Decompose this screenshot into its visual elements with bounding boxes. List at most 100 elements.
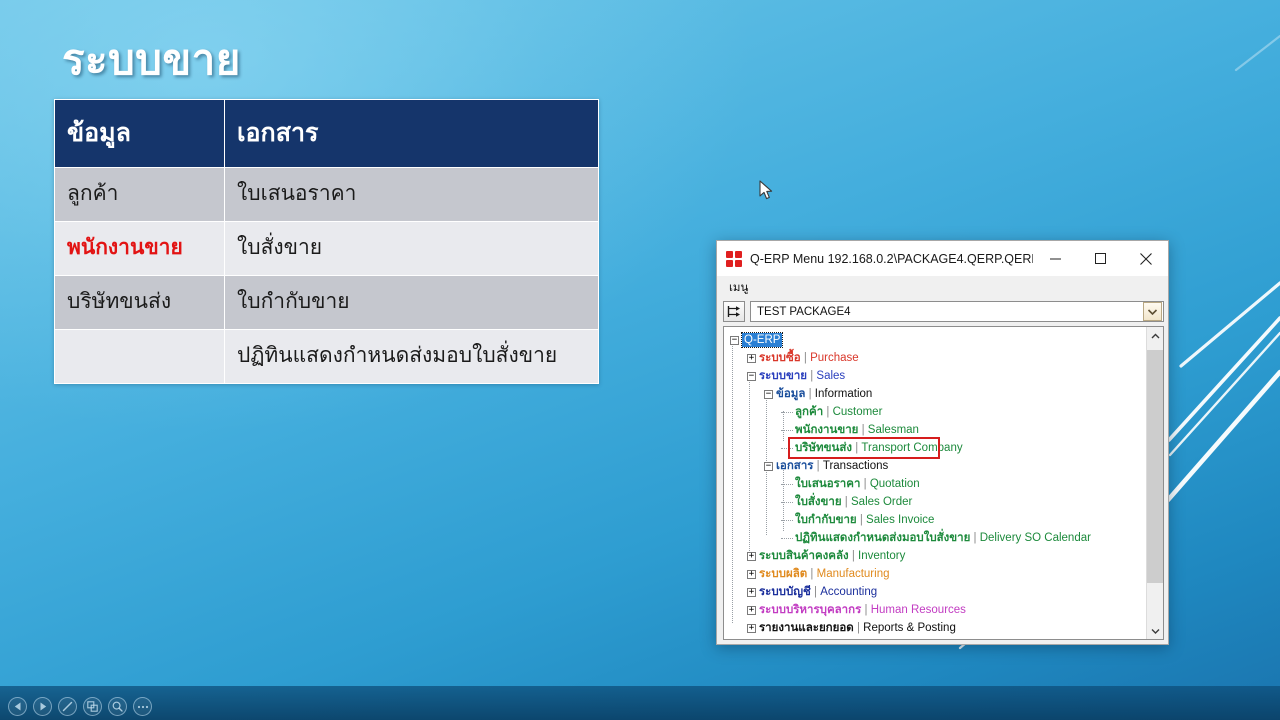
tree-node-label-th: เอกสาร: [776, 460, 814, 472]
tree-node-separator: |: [856, 514, 867, 526]
tree-node-label-th: ระบบบัญชี: [759, 586, 811, 598]
next-slide-button[interactable]: [33, 697, 52, 716]
tree-node[interactable]: ใบเสนอราคา | Quotation: [727, 475, 1146, 493]
tree-leaf-connector: [781, 429, 793, 431]
tree-node[interactable]: ปฏิทินแสดงกำหนดส่งมอบใบสั่งขาย | Deliver…: [727, 529, 1146, 547]
tree-node[interactable]: − เอกสาร | Transactions: [727, 457, 1146, 475]
tree-node-label[interactable]: ใบเสนอราคา | Quotation: [795, 477, 920, 491]
tree-node-separator: |: [823, 406, 833, 418]
close-icon[interactable]: [1123, 241, 1168, 277]
expand-toggle-icon[interactable]: +: [747, 605, 756, 615]
tree-node-label[interactable]: ลูกค้า | Customer: [795, 405, 882, 419]
tree-node-label[interactable]: ข้อมูล | Information: [776, 387, 872, 401]
scrollbar-thumb[interactable]: [1147, 349, 1163, 584]
expand-toggle-icon[interactable]: +: [747, 587, 756, 597]
table-cell-document: ใบกำกับขาย: [224, 275, 599, 330]
tree-node-label[interactable]: ใบกำกับขาย | Sales Invoice: [795, 513, 934, 527]
menu-item-menu[interactable]: เมนู: [724, 278, 753, 298]
table-header: ข้อมูล เอกสาร: [54, 99, 599, 168]
expand-toggle-icon[interactable]: +: [747, 569, 756, 579]
table-row: บริษัทขนส่ง ใบกำกับขาย: [54, 275, 599, 330]
tree-node[interactable]: ใบกำกับขาย | Sales Invoice: [727, 511, 1146, 529]
more-options-button[interactable]: [133, 697, 152, 716]
tree-node-label-th: พนักงานขาย: [795, 424, 859, 436]
tree-node-label-th: ข้อมูล: [776, 388, 806, 400]
tree-node[interactable]: − ระบบขาย | Sales: [727, 367, 1146, 385]
window-titlebar[interactable]: Q-ERP Menu 192.168.0.2\PACKAGE4.QERP.QER…: [717, 241, 1168, 277]
tree-node-separator: |: [805, 388, 815, 400]
tree-node[interactable]: + ระบบซื้อ | Purchase: [727, 349, 1146, 367]
tree-node-label-th: รายงานและยกยอด: [759, 622, 854, 634]
module-tree[interactable]: − Q-ERP + ระบบซื้อ | Purchase − ระบบขาย | S…: [724, 327, 1146, 639]
collapse-toggle-icon[interactable]: −: [747, 371, 756, 381]
tree-node[interactable]: + ระบบบัญชี | Accounting: [727, 583, 1146, 601]
expand-toggle-icon[interactable]: +: [747, 353, 756, 363]
table-row: ลูกค้า ใบเสนอราคา: [54, 167, 599, 222]
chevron-down-icon[interactable]: [1143, 302, 1162, 321]
tree-node-label[interactable]: ระบบบัญชี | Accounting: [759, 585, 877, 599]
tree-node-separator: |: [853, 622, 864, 634]
tree-node[interactable]: − ข้อมูล | Information: [727, 385, 1146, 403]
tree-node-label[interactable]: เอกสาร | Transactions: [776, 459, 888, 473]
tree-node-label-en: Accounting: [820, 586, 878, 598]
tree-node[interactable]: ใบสั่งขาย | Sales Order: [727, 493, 1146, 511]
scrollbar-track[interactable]: [1147, 344, 1163, 622]
expand-toggle-icon[interactable]: +: [747, 623, 756, 633]
tree-node-label-en: Manufacturing: [816, 568, 890, 580]
window-controls[interactable]: [1033, 241, 1168, 277]
previous-slide-button[interactable]: [8, 697, 27, 716]
tree-vertical-scrollbar[interactable]: [1146, 327, 1163, 639]
tree-node-label-en: Quotation: [869, 478, 920, 490]
tree-node-label[interactable]: ปฏิทินแสดงกำหนดส่งมอบใบสั่งขาย | Deliver…: [795, 531, 1091, 545]
tree-leaf-connector: [781, 537, 793, 539]
tree-node-label-th: บริษัทขนส่ง: [795, 442, 852, 454]
tree-node-label[interactable]: ใบสั่งขาย | Sales Order: [795, 495, 912, 509]
tree-node-label-en: Purchase: [810, 352, 859, 364]
tree-node-label[interactable]: ระบบซื้อ | Purchase: [759, 351, 859, 365]
tree-node-label-th: ใบเสนอราคา: [795, 478, 861, 490]
tree-node-label-en: Sales Invoice: [866, 514, 935, 526]
tree-node-label-en: Sales: [816, 370, 846, 382]
table-row: ปฏิทินแสดงกำหนดส่งมอบใบสั่งขาย: [54, 329, 599, 384]
slide-bottom-band: [0, 686, 1280, 720]
tree-node-label[interactable]: Q-ERP: [740, 332, 784, 348]
presentation-slide: ระบบขาย ข้อมูล เอกสาร ลูกค้า ใบเสนอราคา …: [0, 0, 1280, 720]
expand-toggle-icon[interactable]: +: [747, 551, 756, 561]
minimize-icon[interactable]: [1033, 241, 1078, 277]
tree-node-label[interactable]: ระบบขาย | Sales: [759, 369, 845, 383]
window-menubar[interactable]: เมนู: [717, 277, 1168, 299]
tree-node[interactable]: + ระบบบริหารบุคลากร | Human Resources: [727, 601, 1146, 619]
collapse-toggle-icon[interactable]: −: [730, 335, 739, 345]
expand-collapse-icon[interactable]: [723, 301, 745, 322]
tree-node-separator: |: [813, 460, 823, 472]
zoom-button[interactable]: [108, 697, 127, 716]
tree-node[interactable]: ลูกค้า | Customer: [727, 403, 1146, 421]
tree-node[interactable]: + ระบบสินค้าคงคลัง | Inventory: [727, 547, 1146, 565]
chevron-up-icon[interactable]: [1147, 327, 1163, 344]
tree-node-label[interactable]: ระบบบริหารบุคลากร | Human Resources: [759, 603, 966, 617]
tree-node-label[interactable]: ระบบสินค้าคงคลัง | Inventory: [759, 549, 905, 563]
module-tree-panel[interactable]: − Q-ERP + ระบบซื้อ | Purchase − ระบบขาย | S…: [723, 326, 1164, 640]
qerp-menu-window[interactable]: Q-ERP Menu 192.168.0.2\PACKAGE4.QERP.QER…: [716, 240, 1169, 645]
tree-node-label-en: Information: [814, 388, 873, 400]
tree-node-label[interactable]: รายงานและยกยอด | Reports & Posting: [759, 621, 956, 635]
slide-overview-button[interactable]: [83, 697, 102, 716]
tree-node[interactable]: พนักงานขาย | Salesman: [727, 421, 1146, 439]
window-toolbar[interactable]: TEST PACKAGE4: [717, 299, 1168, 325]
tree-node-label[interactable]: ระบบผลิต | Manufacturing: [759, 567, 889, 581]
chevron-down-icon[interactable]: [1147, 622, 1163, 639]
tree-node-root[interactable]: − Q-ERP: [727, 331, 1146, 349]
tree-children[interactable]: + ระบบซื้อ | Purchase − ระบบขาย | Sales − ข้อ…: [727, 349, 1146, 637]
tree-node-label[interactable]: พนักงานขาย | Salesman: [795, 423, 919, 437]
tree-node-label[interactable]: บริษัทขนส่ง | Transport Company: [795, 441, 963, 455]
collapse-toggle-icon[interactable]: −: [764, 389, 773, 399]
presentation-controls[interactable]: [8, 697, 152, 716]
pen-tool-button[interactable]: [58, 697, 77, 716]
tree-node[interactable]: บริษัทขนส่ง | Transport Company: [727, 439, 1146, 457]
tree-node[interactable]: + ระบบผลิต | Manufacturing: [727, 565, 1146, 583]
maximize-icon[interactable]: [1078, 241, 1123, 277]
tree-node-separator: |: [970, 532, 980, 544]
collapse-toggle-icon[interactable]: −: [764, 461, 773, 471]
tree-node[interactable]: + รายงานและยกยอด | Reports & Posting: [727, 619, 1146, 637]
package-select[interactable]: TEST PACKAGE4: [750, 301, 1164, 322]
